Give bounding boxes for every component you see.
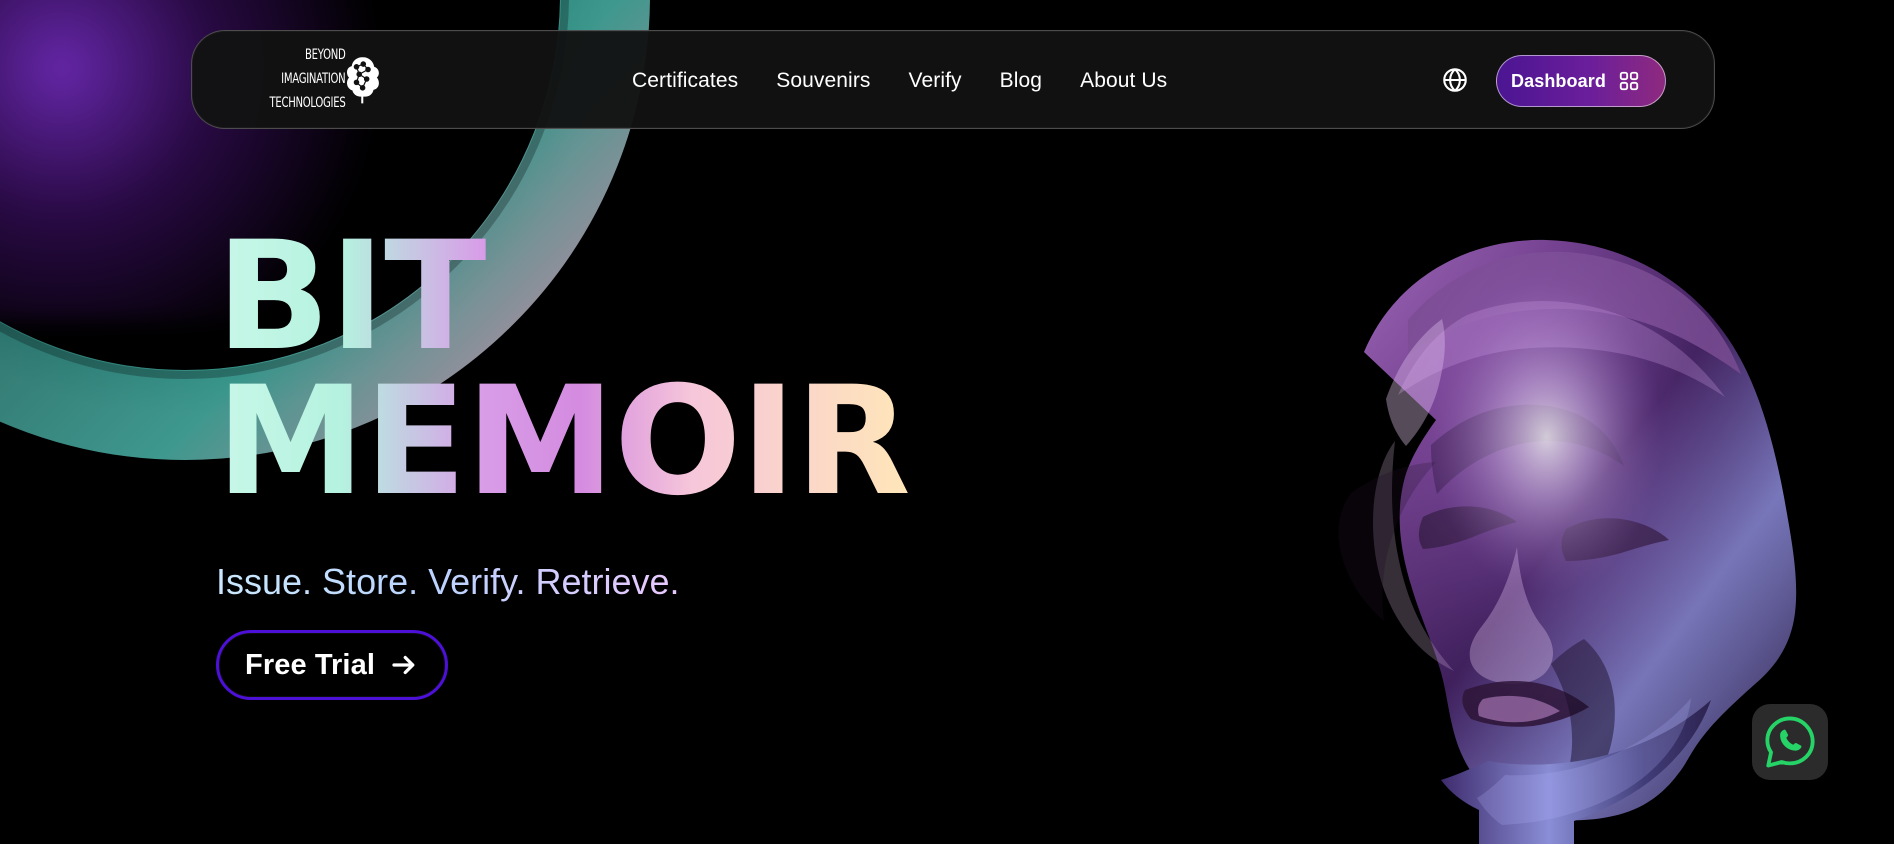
nav-certificates[interactable]: Certificates (632, 69, 738, 93)
hero-title-line-1: BIT (216, 210, 486, 384)
chrome-face-art (1338, 239, 1797, 844)
hero-title-line-2: MEMOIR (216, 355, 910, 529)
hero-title: BIT MEMOIR (216, 225, 916, 515)
dashboard-button[interactable]: Dashboard (1496, 55, 1666, 107)
top-navbar: BEYOND IMAGINATION TECHNOLOGIES Certific… (191, 30, 1715, 129)
free-trial-label: Free Trial (245, 648, 375, 681)
logo-line-2: IMAGINATION (281, 71, 346, 87)
logo-text: BEYOND IMAGINATION TECHNOLOGIES (270, 43, 346, 115)
main-nav: Certificates Souvenirs Verify Blog About… (632, 31, 1167, 130)
brain-network-icon (347, 57, 380, 104)
logo-line-1: BEYOND (305, 47, 346, 63)
company-logo[interactable]: BEYOND IMAGINATION TECHNOLOGIES (240, 41, 380, 117)
grid-icon (1619, 71, 1639, 91)
nav-blog[interactable]: Blog (1000, 69, 1042, 93)
hero-tagline: Issue. Store. Verify. Retrieve. (216, 561, 680, 602)
logo-line-3: TECHNOLOGIES (269, 95, 346, 111)
nav-about-us[interactable]: About Us (1080, 69, 1167, 93)
landing-page: BEYOND IMAGINATION TECHNOLOGIES Certific… (0, 0, 1894, 844)
arrow-right-icon (392, 655, 415, 675)
nav-verify[interactable]: Verify (909, 69, 962, 93)
whatsapp-widget[interactable] (1752, 704, 1828, 780)
dashboard-button-label: Dashboard (1511, 70, 1606, 91)
globe-icon[interactable] (1441, 66, 1469, 94)
free-trial-button[interactable]: Free Trial (216, 630, 448, 700)
nav-souvenirs[interactable]: Souvenirs (776, 69, 870, 93)
whatsapp-icon (1765, 716, 1815, 768)
